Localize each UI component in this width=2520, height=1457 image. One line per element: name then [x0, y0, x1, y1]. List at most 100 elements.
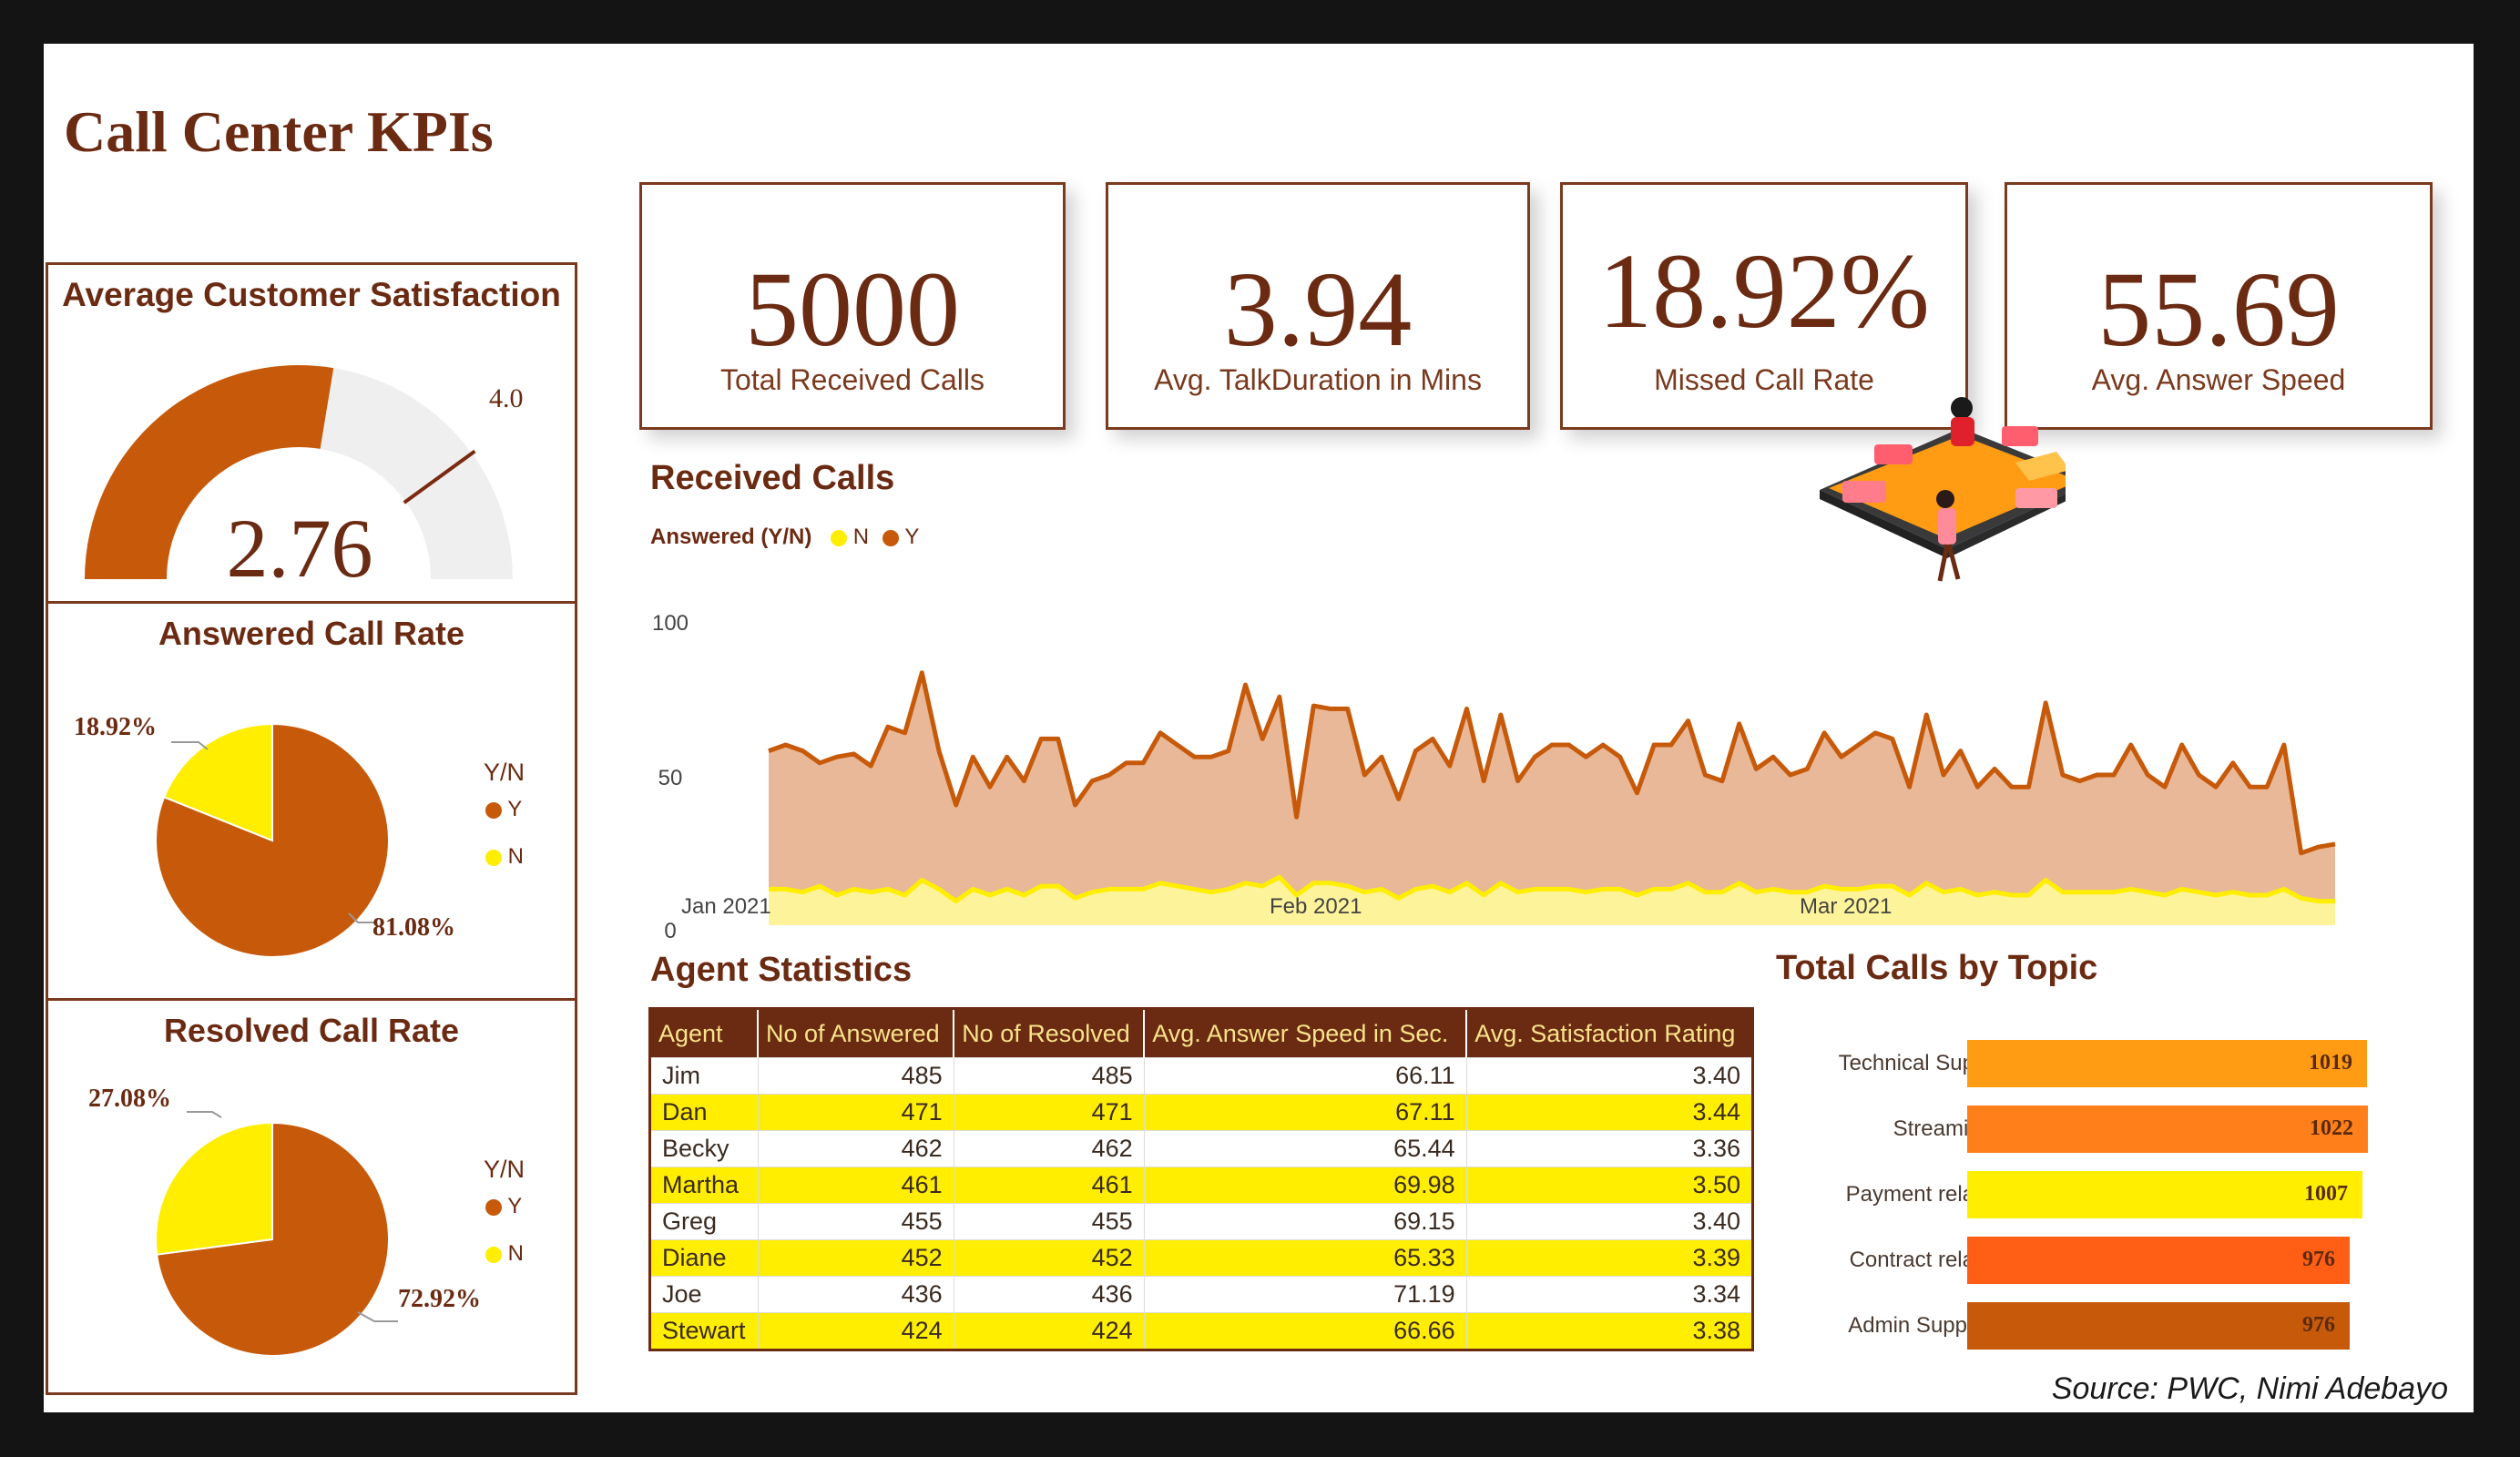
- gauge-target-label: 4.0: [489, 383, 524, 413]
- table-cell: 69.98: [1143, 1167, 1467, 1204]
- received-legend-dot-y: [882, 529, 899, 546]
- table-cell: Dan: [649, 1094, 759, 1131]
- phone-icon: [1820, 397, 2066, 582]
- table-cell: 485: [953, 1057, 1145, 1095]
- received-calls-chart: 100 50 0: [652, 611, 2336, 942]
- topic-bar[interactable]: 1019: [1967, 1040, 2367, 1087]
- kpi-answer-speed-value: 55.69: [2097, 250, 2340, 369]
- answered-legend-y-label: Y: [507, 797, 523, 821]
- table-cell: 3.40: [1465, 1203, 1754, 1240]
- y-tick-0: 0: [664, 919, 676, 942]
- resolved-legend-title: Y/N: [484, 1156, 525, 1183]
- topic-bar-value: 1022: [2310, 1116, 2353, 1140]
- legend-dot-n: [485, 849, 502, 866]
- dashboard: Call Center KPIs Average Customer Satisf…: [44, 44, 2474, 1412]
- table-cell: 452: [953, 1239, 1145, 1277]
- kpi-talk-duration-value: 3.94: [1223, 250, 1413, 369]
- agent-stats-table: Agent No of Answered No of Resolved Avg.…: [648, 1007, 1754, 1351]
- col-resolved[interactable]: No of Resolved: [954, 1008, 1146, 1058]
- resolved-legend-y: Y: [485, 1194, 522, 1219]
- page-title: Call Center KPIs: [64, 99, 494, 164]
- table-cell: 66.66: [1143, 1312, 1467, 1350]
- table-cell: 67.11: [1143, 1094, 1467, 1131]
- table-cell: 436: [757, 1276, 954, 1313]
- table-cell: Joe: [649, 1276, 759, 1313]
- resolved-label-n: 27.08%: [88, 1085, 171, 1113]
- resolved-label-y: 72.92%: [398, 1285, 481, 1313]
- y-tick-100: 100: [652, 611, 689, 636]
- resolved-legend-n: N: [485, 1241, 524, 1267]
- table-header-row: Agent No of Answered No of Resolved Avg.…: [649, 1008, 1754, 1058]
- table-cell: 462: [953, 1130, 1145, 1167]
- gauge-value: 2.76: [226, 502, 373, 595]
- table-cell: 3.40: [1465, 1057, 1754, 1095]
- answered-legend-n: N: [485, 844, 524, 870]
- table-cell: 485: [757, 1057, 954, 1095]
- kpi-total-calls-value: 5000: [745, 250, 960, 369]
- kpi-total-calls: 5000 Total Received Calls: [639, 182, 1066, 430]
- table-row[interactable]: Stewart 424 424 66.66 3.38: [649, 1312, 1754, 1350]
- table-cell: 471: [953, 1094, 1145, 1131]
- table-cell: 461: [953, 1167, 1145, 1204]
- received-legend-dot-n: [831, 529, 848, 546]
- source-note: Source: PWC, Nimi Adebayo: [2051, 1371, 2448, 1406]
- table-row[interactable]: Dan 471 471 67.11 3.44: [649, 1094, 1754, 1131]
- table-cell: 69.15: [1143, 1203, 1467, 1240]
- x-tick-jan: Jan 2021: [681, 894, 771, 919]
- kpi-talk-duration-label: Avg. TalkDuration in Mins: [1154, 363, 1482, 396]
- topic-bar[interactable]: 1007: [1967, 1171, 2362, 1218]
- pie-slice-n[interactable]: [155, 1121, 273, 1256]
- table-cell: 65.44: [1143, 1130, 1467, 1167]
- table-cell: 455: [757, 1203, 954, 1240]
- topic-bar-value: 1019: [2309, 1051, 2352, 1075]
- answered-label-y: 81.08%: [372, 913, 455, 942]
- table-row[interactable]: Joe 436 436 71.19 3.34: [649, 1276, 1754, 1313]
- col-answer-speed[interactable]: Avg. Answer Speed in Sec.: [1144, 1008, 1468, 1058]
- table-cell: 3.38: [1465, 1312, 1754, 1350]
- table-cell: 462: [757, 1130, 954, 1167]
- resolved-legend-y-label: Y: [507, 1194, 523, 1218]
- table-cell: 424: [757, 1312, 954, 1350]
- table-row[interactable]: Martha 461 461 69.98 3.50: [649, 1167, 1754, 1204]
- table-cell: 66.11: [1143, 1057, 1467, 1095]
- pie-leader-line: [187, 1111, 222, 1118]
- resolved-legend-n-label: N: [507, 1241, 525, 1266]
- table-cell: 3.34: [1465, 1276, 1754, 1313]
- pie-leader-line: [357, 1311, 398, 1322]
- col-satisfaction[interactable]: Avg. Satisfaction Rating: [1466, 1008, 1754, 1058]
- topic-bar-value: 976: [2302, 1313, 2335, 1337]
- kpi-talk-duration: 3.94 Avg. TalkDuration in Mins: [1106, 182, 1530, 430]
- received-legend-y: Y: [904, 525, 920, 549]
- table-row[interactable]: Jim 485 485 66.11 3.40: [649, 1057, 1754, 1095]
- topic-bar-value: 1007: [2304, 1182, 2348, 1206]
- resolved-panel: Resolved Call Rate 27.08% 72.92% Y/N Y N: [46, 998, 577, 1395]
- table-cell: Stewart: [649, 1312, 759, 1350]
- table-row[interactable]: Greg 455 455 69.15 3.40: [649, 1203, 1754, 1240]
- received-legend-n: N: [852, 525, 870, 549]
- received-calls-title: Received Calls: [650, 459, 895, 497]
- x-tick-feb: Feb 2021: [1270, 894, 1362, 919]
- col-answered[interactable]: No of Answered: [758, 1008, 955, 1058]
- topic-bar[interactable]: 976: [1967, 1302, 2350, 1350]
- y-tick-50: 50: [658, 766, 683, 790]
- table-cell: Becky: [649, 1130, 759, 1167]
- table-cell: Diane: [649, 1239, 759, 1277]
- table-cell: 65.33: [1143, 1239, 1467, 1277]
- table-cell: 436: [953, 1276, 1145, 1313]
- received-legend-title: Answered (Y/N): [650, 525, 812, 549]
- table-row[interactable]: Diane 452 452 65.33 3.39: [649, 1239, 1754, 1277]
- kpi-answer-speed-label: Avg. Answer Speed: [2091, 363, 2346, 396]
- table-cell: 3.36: [1465, 1130, 1754, 1167]
- col-agent[interactable]: Agent: [649, 1008, 759, 1058]
- table-cell: 3.39: [1465, 1239, 1754, 1277]
- answered-legend-n-label: N: [507, 844, 525, 869]
- table-row[interactable]: Becky 462 462 65.44 3.36: [649, 1130, 1754, 1167]
- topic-bar[interactable]: 976: [1967, 1237, 2350, 1284]
- topic-bar[interactable]: 1022: [1967, 1105, 2368, 1153]
- table-cell: 461: [757, 1167, 954, 1204]
- kpi-missed-rate-value: 18.92%: [1598, 231, 1930, 351]
- answered-legend-title: Y/N: [484, 759, 525, 786]
- satisfaction-panel: Average Customer Satisfaction 2.76 4.0 0…: [46, 262, 577, 650]
- x-tick-mar: Mar 2021: [1800, 894, 1893, 919]
- topic-bar-value: 976: [2302, 1248, 2335, 1271]
